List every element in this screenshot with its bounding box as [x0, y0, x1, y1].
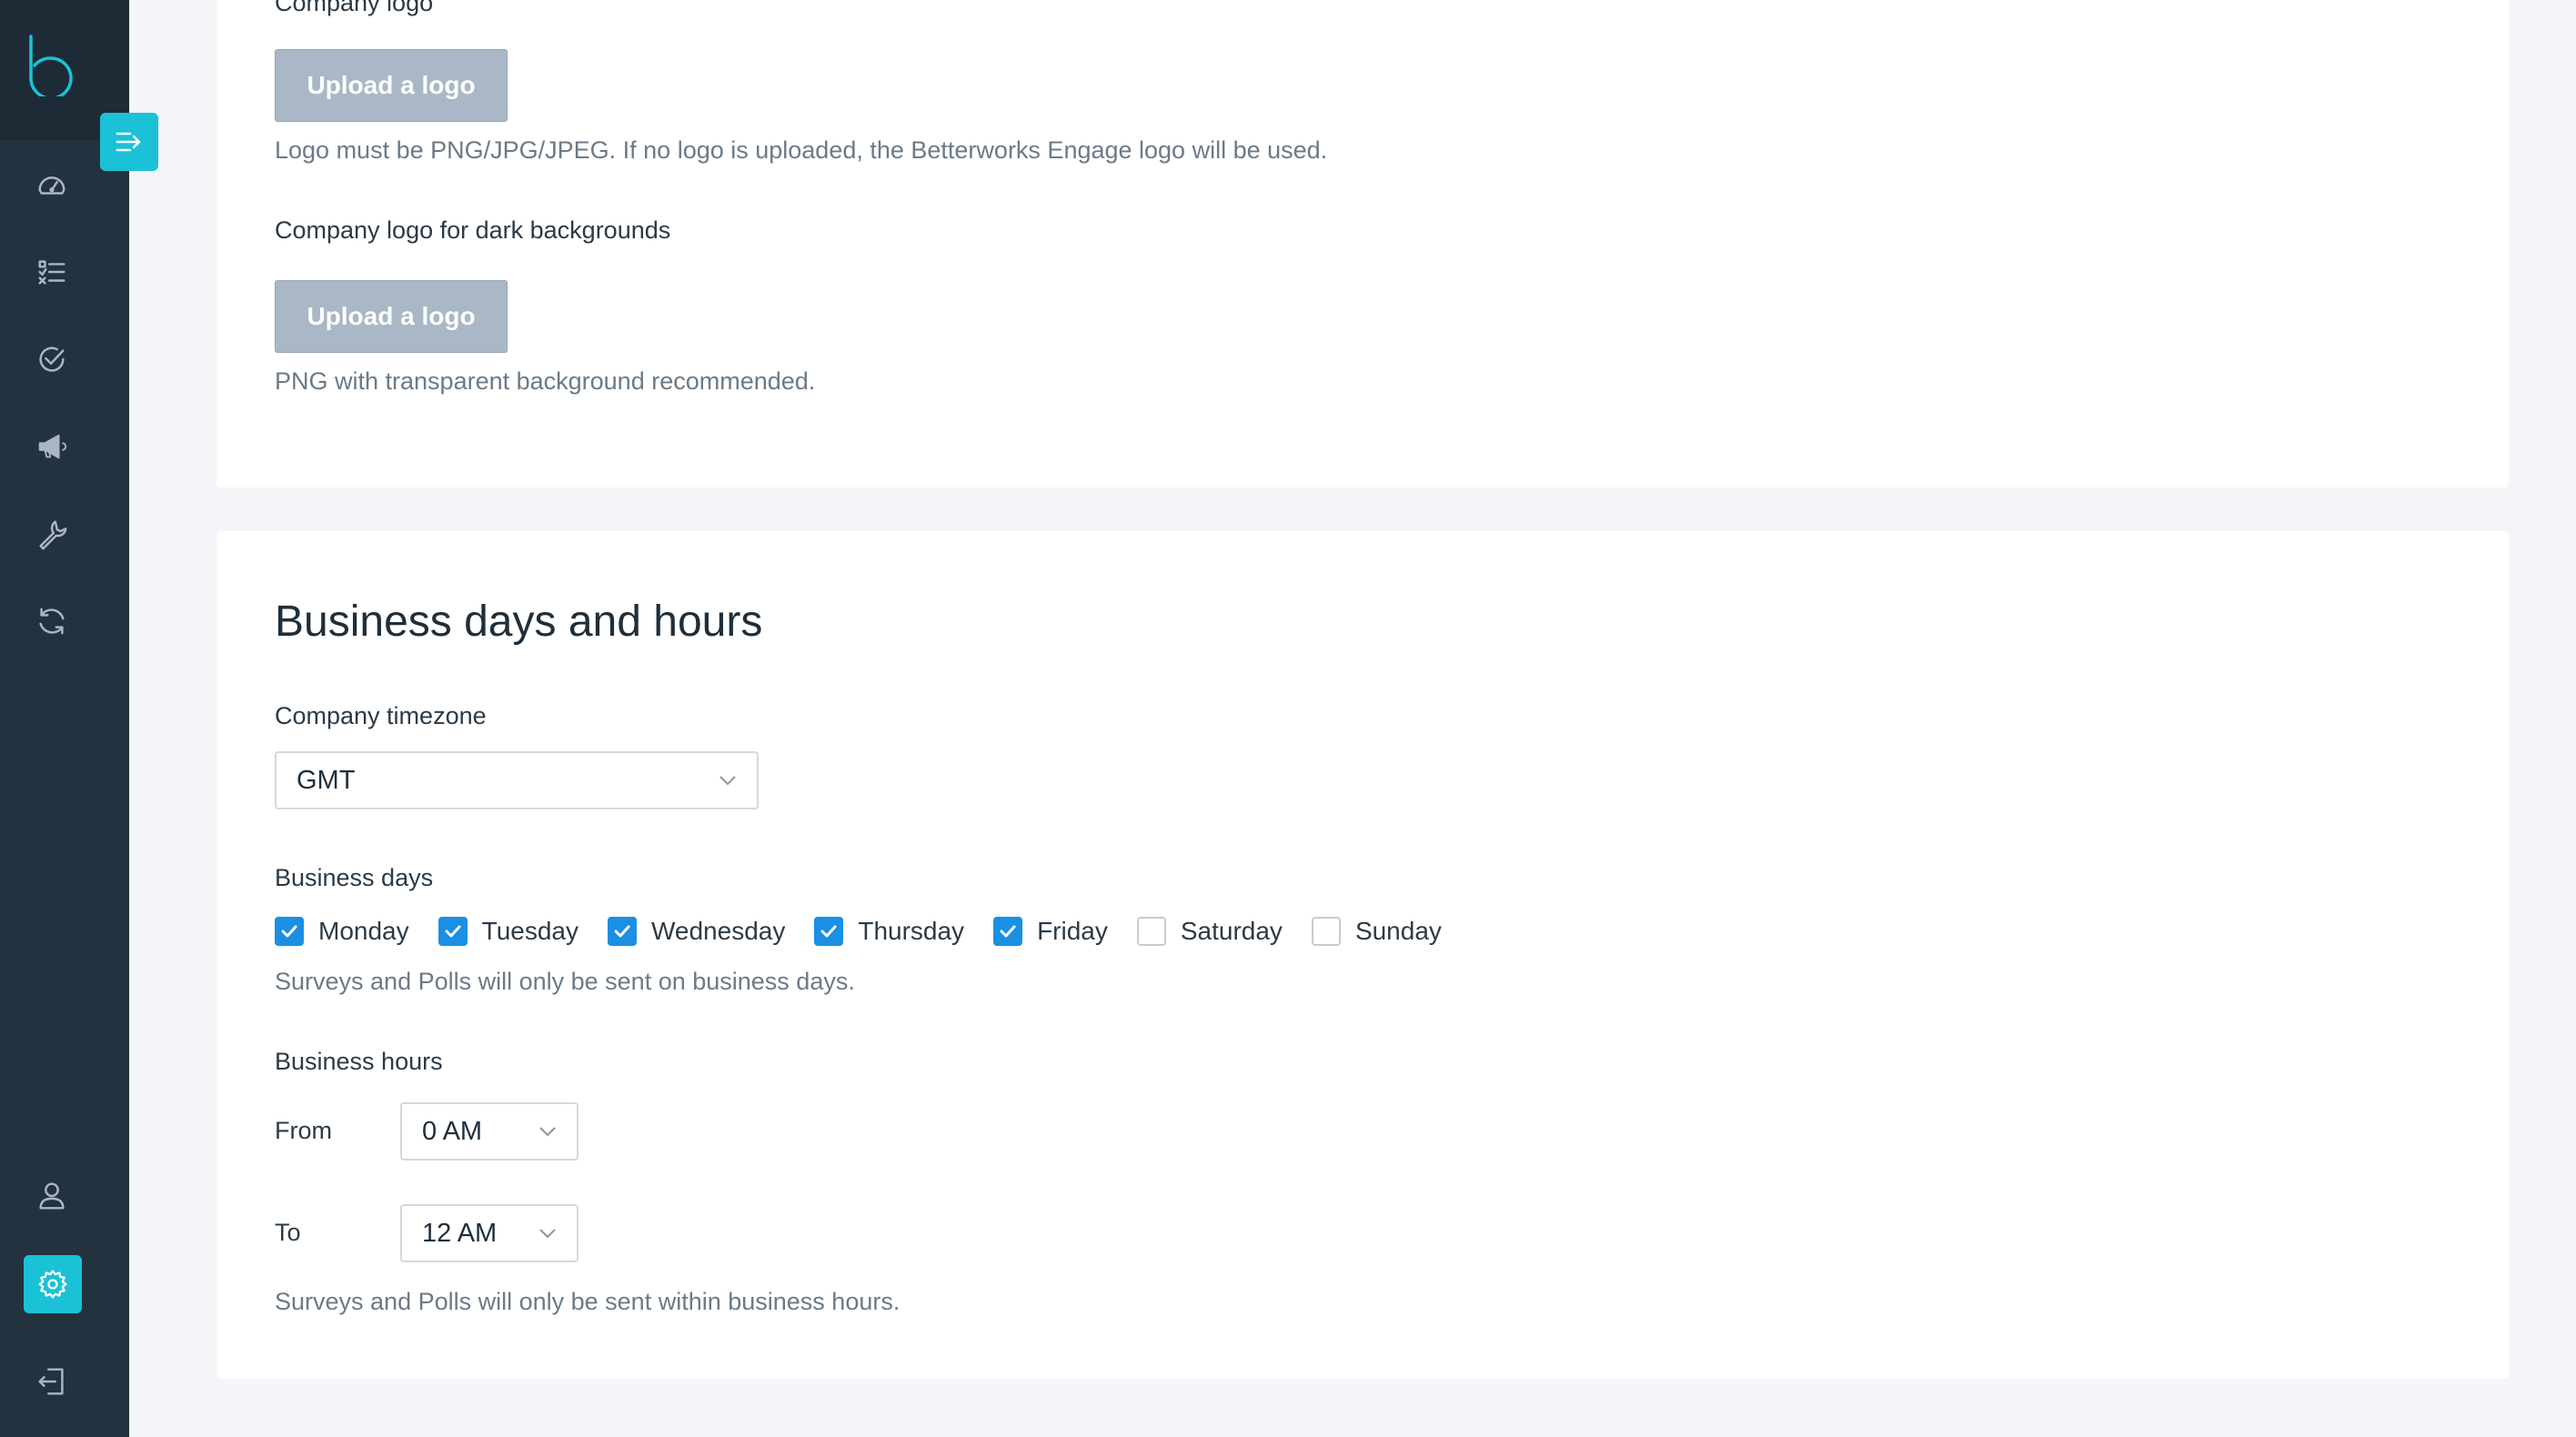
- day-label: Tuesday: [481, 917, 579, 945]
- hours-hint: Surveys and Polls will only be sent with…: [275, 1288, 901, 1315]
- user-icon[interactable]: [31, 1175, 73, 1217]
- chevron-down-icon: [539, 1229, 556, 1239]
- checkbox[interactable]: [1136, 917, 1166, 946]
- sidebar: [0, 0, 129, 1437]
- logo-hint: Logo must be PNG/JPG/JPEG. If no logo is…: [275, 136, 1328, 164]
- day-sunday[interactable]: Sunday: [1311, 917, 1442, 946]
- to-label: To: [275, 1219, 301, 1246]
- checkbox[interactable]: [607, 917, 637, 946]
- day-saturday[interactable]: Saturday: [1136, 917, 1283, 946]
- from-hour-value: 0 AM: [422, 1116, 483, 1146]
- dark-logo-hint: PNG with transparent background recommen…: [275, 367, 816, 395]
- timezone-label: Company timezone: [275, 702, 487, 729]
- megaphone-icon[interactable]: [31, 426, 73, 467]
- chevron-down-icon: [719, 776, 736, 786]
- section-title: Business days and hours: [275, 598, 763, 646]
- day-label: Thursday: [858, 917, 965, 945]
- checkbox[interactable]: [993, 917, 1023, 946]
- check-icon: [281, 925, 297, 938]
- checklist-icon[interactable]: [31, 251, 73, 293]
- gear-icon: [38, 1270, 67, 1299]
- chevron-down-icon: [539, 1127, 556, 1137]
- business-hours-card: Business days and hours Company timezone…: [216, 531, 2509, 1379]
- checkbox[interactable]: [275, 917, 304, 946]
- from-label: From: [275, 1117, 332, 1144]
- day-tuesday[interactable]: Tuesday: [438, 917, 579, 946]
- from-hour-select[interactable]: 0 AM: [400, 1102, 579, 1161]
- days-hint: Surveys and Polls will only be sent on b…: [275, 968, 855, 995]
- day-monday[interactable]: Monday: [275, 917, 409, 946]
- day-friday[interactable]: Friday: [993, 917, 1108, 946]
- company-logo-label: Company logo: [275, 0, 434, 16]
- day-label: Sunday: [1354, 917, 1442, 945]
- upload-dark-logo-button[interactable]: Upload a logo: [275, 280, 508, 353]
- check-icon: [614, 925, 630, 938]
- settings-nav-item[interactable]: [24, 1255, 82, 1313]
- timezone-value: GMT: [297, 765, 356, 795]
- collapse-sidebar-button[interactable]: [100, 113, 158, 171]
- checkbox[interactable]: [438, 917, 468, 946]
- day-label: Monday: [318, 917, 409, 945]
- betterworks-logo[interactable]: [27, 35, 78, 96]
- business-days-label: Business days: [275, 864, 434, 891]
- dark-logo-label: Company logo for dark backgrounds: [275, 216, 671, 244]
- check-icon: [445, 925, 461, 938]
- day-label: Friday: [1037, 917, 1108, 945]
- day-label: Wednesday: [650, 917, 786, 945]
- check-circle-icon[interactable]: [31, 338, 73, 380]
- to-hour-select[interactable]: 12 AM: [400, 1204, 579, 1262]
- timezone-select[interactable]: GMT: [275, 751, 759, 809]
- logout-icon[interactable]: [31, 1361, 73, 1402]
- upload-logo-button[interactable]: Upload a logo: [275, 49, 508, 122]
- check-icon: [1000, 925, 1016, 938]
- checkbox[interactable]: [814, 917, 844, 946]
- day-label: Saturday: [1180, 917, 1283, 945]
- wrench-icon[interactable]: [31, 513, 73, 555]
- to-hour-value: 12 AM: [422, 1218, 498, 1248]
- collapse-icon: [116, 132, 141, 152]
- business-days-checkboxes: Monday Tuesday Wednesday Thursday Friday…: [275, 913, 1471, 950]
- dashboard-icon[interactable]: [31, 164, 73, 206]
- app-root: Company logo Upload a logo Logo must be …: [0, 0, 2576, 1437]
- day-thursday[interactable]: Thursday: [814, 917, 964, 946]
- business-hours-label: Business hours: [275, 1048, 443, 1075]
- sync-icon[interactable]: [31, 600, 73, 642]
- checkbox[interactable]: [1311, 917, 1341, 946]
- logo-settings-card: Company logo Upload a logo Logo must be …: [216, 0, 2509, 487]
- day-wednesday[interactable]: Wednesday: [607, 917, 786, 946]
- check-icon: [820, 925, 837, 938]
